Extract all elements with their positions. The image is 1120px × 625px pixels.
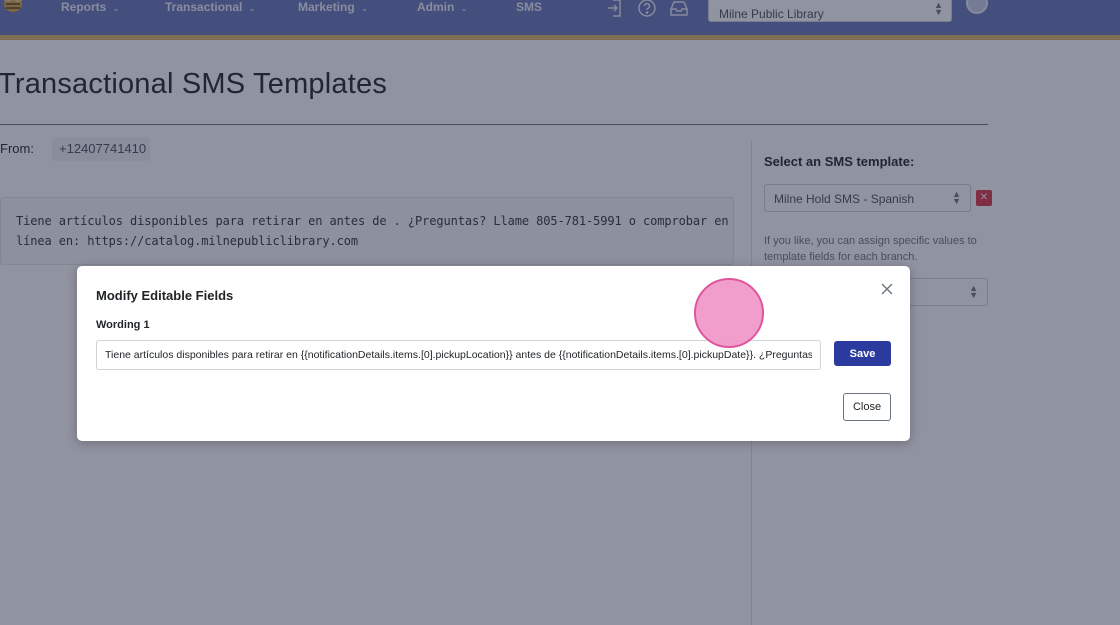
close-button[interactable]: Close — [843, 393, 891, 421]
wording-1-label: Wording 1 — [96, 319, 150, 331]
wording-1-input[interactable] — [96, 340, 821, 370]
save-button[interactable]: Save — [834, 341, 891, 366]
close-icon[interactable] — [879, 281, 895, 297]
click-indicator — [694, 278, 764, 348]
modal-title: Modify Editable Fields — [96, 288, 234, 303]
modify-fields-modal: Modify Editable Fields Wording 1 Save Cl… — [77, 266, 910, 441]
